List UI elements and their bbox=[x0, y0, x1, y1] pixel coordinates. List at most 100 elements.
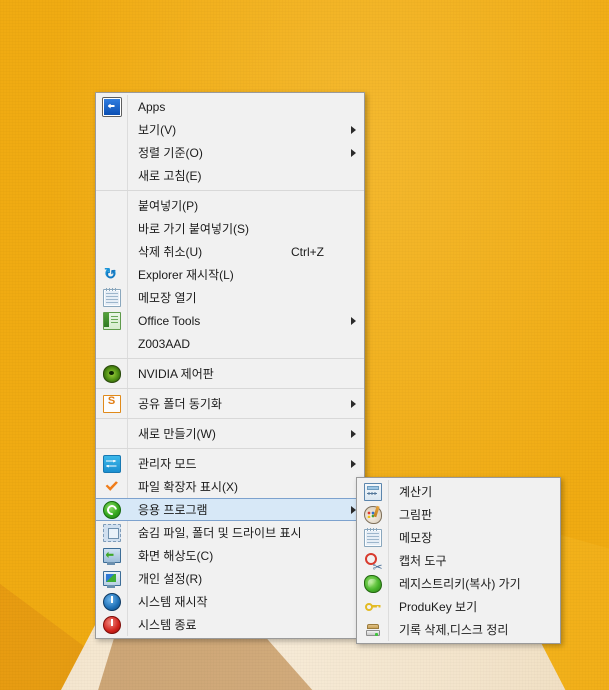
none bbox=[104, 221, 120, 237]
menu-item-메모장-열기[interactable]: 메모장 열기 bbox=[96, 286, 364, 309]
none bbox=[104, 198, 120, 214]
desktop-context-menu[interactable]: Apps 보기(V) 정렬 기준(O) 새로 고침(E) 붙여넣기(P) 바로 가기 붙여… bbox=[95, 92, 365, 639]
menu-item-office-tools[interactable]: Office Tools bbox=[96, 309, 364, 332]
apps-refresh-icon bbox=[102, 500, 121, 519]
menu-item-icon-slot bbox=[96, 217, 127, 240]
menu-item-label: 파일 확장자 표시(X) bbox=[138, 479, 238, 494]
menu-item-icon-slot bbox=[96, 309, 127, 332]
menu-item-label: Z003AAD bbox=[138, 336, 191, 351]
menu-item-공유-폴더-동기화[interactable]: 공유 폴더 동기화 bbox=[96, 392, 364, 415]
chevron-right-icon bbox=[340, 148, 364, 157]
menu-item-숨김-파일-폴더-및-드라이브-표시[interactable]: 숨김 파일, 폴더 및 드라이브 표시 bbox=[96, 521, 364, 544]
menu-item-label: 메모장 bbox=[399, 530, 433, 545]
menu-item-icon-slot bbox=[96, 362, 127, 385]
menu-item-icon-slot bbox=[357, 549, 388, 574]
menu-item-label: 계산기 bbox=[399, 484, 433, 499]
menu-item-label: 응용 프로그램 bbox=[138, 502, 208, 517]
menu-item-shortcut: Ctrl+Z bbox=[291, 244, 324, 259]
menu-separator bbox=[96, 190, 364, 191]
restart-power-icon bbox=[102, 592, 121, 611]
orange-check-icon bbox=[104, 479, 120, 495]
menu-item-icon-slot bbox=[96, 95, 127, 118]
chevron-right-icon bbox=[340, 399, 364, 408]
menu-separator bbox=[96, 448, 364, 449]
registry-key-icon bbox=[363, 574, 382, 593]
menu-item-label: 공유 폴더 동기화 bbox=[138, 396, 222, 411]
menu-item-화면-해상도c[interactable]: 화면 해상도(C) bbox=[96, 544, 364, 567]
menu-item-icon-slot bbox=[96, 590, 127, 613]
menu-item-icon-slot bbox=[357, 480, 388, 503]
menu-item-label: 새로 만들기(W) bbox=[138, 426, 216, 441]
menu-item-label: 그림판 bbox=[399, 507, 433, 522]
menu-item-label: 레지스트리키(복사) 가기 bbox=[399, 576, 521, 591]
menu-item-label: 정렬 기준(O) bbox=[138, 145, 203, 160]
office-document-icon bbox=[102, 311, 121, 330]
menu-item-icon-slot bbox=[96, 613, 127, 636]
menu-item-icon-slot bbox=[96, 475, 127, 498]
menu-item-보기v[interactable]: 보기(V) bbox=[96, 118, 364, 141]
menu-item-파일-확장자-표시x[interactable]: 파일 확장자 표시(X) bbox=[96, 475, 364, 498]
submenu-item-계산기[interactable]: 계산기 bbox=[357, 480, 560, 503]
none bbox=[104, 244, 120, 260]
menu-item-label: 보기(V) bbox=[138, 122, 177, 137]
menu-item-응용-프로그램[interactable]: 응용 프로그램 bbox=[96, 498, 364, 521]
menu-separator bbox=[96, 358, 364, 359]
menu-item-icon-slot bbox=[96, 521, 127, 544]
submenu-item-그림판[interactable]: 그림판 bbox=[357, 503, 560, 526]
menu-item-icon-slot bbox=[357, 503, 388, 526]
menu-item-icon-slot bbox=[96, 141, 127, 164]
refresh-icon bbox=[104, 264, 120, 284]
menu-item-icon-slot bbox=[96, 498, 127, 521]
applications-submenu[interactable]: 계산기그림판메모장캡처 도구레지스트리키(복사) 가기 ProduKey 보기기록… bbox=[356, 477, 561, 644]
monitor-icon bbox=[102, 548, 121, 565]
menu-item-apps[interactable]: Apps bbox=[96, 95, 364, 118]
menu-item-label: NVIDIA 제어판 bbox=[138, 366, 214, 381]
menu-item-개인-설정r[interactable]: 개인 설정(R) bbox=[96, 567, 364, 590]
menu-item-바로-가기-붙여넣기s[interactable]: 바로 가기 붙여넣기(S) bbox=[96, 217, 364, 240]
submenu-item-produkey-보기[interactable]: ProduKey 보기 bbox=[357, 595, 560, 618]
menu-item-붙여넣기p[interactable]: 붙여넣기(P) bbox=[96, 194, 364, 217]
submenu-item-캡처-도구[interactable]: 캡처 도구 bbox=[357, 549, 560, 574]
chevron-right-icon bbox=[340, 316, 364, 325]
menu-separator bbox=[96, 418, 364, 419]
calculator-icon bbox=[363, 482, 382, 501]
submenu-item-메모장[interactable]: 메모장 bbox=[357, 526, 560, 549]
menu-item-icon-slot bbox=[96, 240, 127, 263]
menu-item-icon-slot bbox=[96, 567, 127, 590]
submenu-item-기록-삭제-디스크-정리[interactable]: 기록 삭제,디스크 정리 bbox=[357, 618, 560, 641]
menu-item-z003aad[interactable]: Z003AAD bbox=[96, 332, 364, 355]
menu-item-explorer-재시작l[interactable]: Explorer 재시작(L) bbox=[96, 263, 364, 286]
nvidia-eye-icon bbox=[102, 364, 121, 383]
menu-item-삭제-취소u[interactable]: 삭제 취소(U) Ctrl+Z bbox=[96, 240, 364, 263]
menu-item-새로-만들기w[interactable]: 새로 만들기(W) bbox=[96, 422, 364, 445]
admin-swap-icon bbox=[102, 454, 121, 473]
menu-item-정렬-기준o[interactable]: 정렬 기준(O) bbox=[96, 141, 364, 164]
menu-item-icon-slot bbox=[357, 526, 388, 549]
chevron-right-icon bbox=[340, 429, 364, 438]
none bbox=[104, 426, 120, 442]
menu-item-시스템-종료[interactable]: 시스템 종료 bbox=[96, 613, 364, 636]
shutdown-power-icon bbox=[102, 615, 121, 634]
menu-item-icon-slot bbox=[96, 544, 127, 567]
menu-separator bbox=[96, 388, 364, 389]
menu-item-label: Office Tools bbox=[138, 313, 201, 328]
menu-item-새로-고침e[interactable]: 새로 고침(E) bbox=[96, 164, 364, 187]
menu-item-icon-slot bbox=[357, 572, 388, 595]
product-key-icon bbox=[364, 599, 381, 615]
none bbox=[104, 336, 120, 352]
submenu-item-레지스트리키복사-가기[interactable]: 레지스트리키(복사) 가기 bbox=[357, 572, 560, 595]
personalize-icon bbox=[102, 571, 121, 588]
menu-item-icon-slot bbox=[96, 118, 127, 141]
menu-item-관리자-모드[interactable]: 관리자 모드 bbox=[96, 452, 364, 475]
menu-item-시스템-재시작[interactable]: 시스템 재시작 bbox=[96, 590, 364, 613]
notepad-icon bbox=[363, 527, 382, 547]
disk-cleanup-indicator-dot bbox=[374, 632, 378, 636]
menu-item-label: 시스템 재시작 bbox=[138, 594, 208, 609]
menu-item-icon-slot bbox=[357, 618, 388, 641]
menu-item-label: ProduKey 보기 bbox=[399, 599, 478, 614]
none bbox=[104, 145, 120, 161]
menu-item-label: 메모장 열기 bbox=[138, 290, 197, 305]
menu-item-icon-slot bbox=[96, 422, 127, 445]
paint-palette-icon bbox=[363, 505, 382, 524]
menu-item-nvidia-제어판[interactable]: NVIDIA 제어판 bbox=[96, 362, 364, 385]
